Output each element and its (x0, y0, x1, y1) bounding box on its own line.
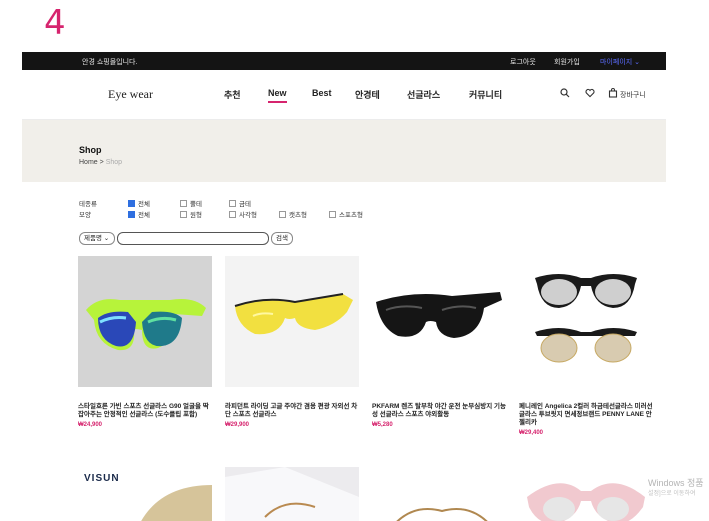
filter-option-label: 사각형 (239, 212, 257, 219)
welcome-text: 안경 쇼핑몰입니다. (82, 59, 138, 66)
windows-watermark-sub: 설정]으로 이동하여 (648, 491, 696, 497)
page-hero: Shop Home > Shop (22, 120, 666, 182)
filter-option-label: 금테 (239, 201, 251, 208)
logout-link[interactable]: 로그아웃 (510, 57, 536, 67)
filter-frame-metal[interactable]: 금테 (229, 198, 251, 208)
product-image[interactable] (78, 256, 212, 387)
product-name[interactable]: 라피던트 라이딩 고글 주야간 겸용 편광 자외선 차단 스포츠 선글라스 (225, 403, 359, 419)
filter-option-label: 전체 (138, 212, 150, 219)
checkbox[interactable] (279, 210, 286, 218)
page-title: Shop (79, 145, 102, 155)
checkbox[interactable] (180, 210, 187, 218)
filter-panel: 테종류 전체 뿔테 금테 모양 전체 원형 사각형 캣츠형 스포츠형 (79, 197, 379, 219)
product-price: ₩29,900 (225, 422, 250, 428)
product-image[interactable] (519, 467, 653, 521)
filter-frame-all[interactable]: 전체 (128, 198, 150, 208)
filter-row-frame-type: 테종류 전체 뿔테 금테 (79, 197, 379, 208)
checkbox-checked[interactable] (128, 210, 135, 218)
slide: 4 안경 쇼핑몰입니다. 로그아웃 회원가입 마이페이지 ⌄ Eye wear … (0, 0, 709, 521)
product-name[interactable]: 페니레인 Angelica 2컬러 하금테선글라스 미러선글라스 투브릿지 면세… (519, 403, 653, 427)
main-nav: Eye wear 추천 New Best 안경테 선글라스 커뮤니티 장바구니 (22, 70, 666, 120)
product-price: ₩29,400 (519, 430, 544, 436)
cart-label[interactable]: 장바구니 (620, 90, 646, 100)
product-image[interactable] (78, 467, 212, 521)
signup-link[interactable]: 회원가입 (554, 57, 580, 67)
brand-logo[interactable]: Eye wear (108, 87, 153, 102)
filter-shape-all[interactable]: 전체 (128, 209, 150, 219)
nav-recommend[interactable]: 추천 (224, 88, 241, 101)
nav-frames[interactable]: 안경테 (355, 88, 380, 101)
checkbox[interactable] (229, 210, 236, 218)
product-card[interactable]: 스타일호른 가빈 스포츠 선글라스 G90 얼굴을 딱 잡아주는 안정적인 선글… (78, 256, 212, 428)
search-field-select[interactable]: 제품명 ⌄ (79, 232, 115, 245)
search-bar: 제품명 ⌄ 검색 (79, 232, 293, 245)
heart-icon[interactable] (585, 88, 595, 101)
filter-option-label: 원형 (190, 212, 202, 219)
checkbox[interactable] (180, 199, 187, 207)
product-price: ₩5,280 (372, 422, 393, 428)
filter-shape-round[interactable]: 원형 (180, 209, 202, 219)
product-name[interactable]: PKFARM 렌즈 탈부착 야간 운전 눈부심방지 기능성 선글라스 스포츠 야… (372, 403, 506, 419)
product-card[interactable] (519, 467, 653, 521)
breadcrumb-home[interactable]: Home (79, 159, 98, 166)
breadcrumb: Home > Shop (79, 159, 122, 166)
breadcrumb-separator: > (99, 159, 104, 166)
breadcrumb-current: Shop (105, 159, 123, 166)
product-card[interactable]: VISUN (78, 467, 212, 521)
nav-best[interactable]: Best (312, 88, 332, 98)
checkbox-checked[interactable] (128, 199, 135, 207)
mypage-link[interactable]: 마이페이지 ⌄ (600, 57, 640, 67)
filter-row-shape: 모양 전체 원형 사각형 캣츠형 스포츠형 (79, 208, 379, 219)
filter-shape-sports[interactable]: 스포츠형 (329, 209, 363, 219)
checkbox[interactable] (229, 199, 236, 207)
filter-shape-square[interactable]: 사각형 (229, 209, 257, 219)
product-name[interactable]: 스타일호른 가빈 스포츠 선글라스 G90 얼굴을 딱 잡아주는 안정적인 선글… (78, 403, 212, 419)
filter-label-frame-type: 테종류 (79, 201, 97, 208)
nav-new[interactable]: New (268, 88, 287, 103)
product-card[interactable]: PKFARM 렌즈 탈부착 야간 운전 눈부심방지 기능성 선글라스 스포츠 야… (372, 256, 506, 428)
product-image[interactable] (519, 256, 653, 387)
search-field-value: 제품명 (84, 235, 102, 242)
product-image[interactable] (372, 256, 506, 387)
search-input[interactable] (117, 232, 269, 245)
nav-sunglasses[interactable]: 선글라스 (407, 88, 440, 101)
product-card[interactable] (225, 467, 359, 521)
product-image[interactable] (372, 467, 506, 521)
filter-option-label: 전체 (138, 201, 150, 208)
top-bar: 안경 쇼핑몰입니다. 로그아웃 회원가입 마이페이지 ⌄ (22, 52, 666, 70)
filter-frame-horn[interactable]: 뿔테 (180, 198, 202, 208)
product-price: ₩24,900 (78, 422, 103, 428)
product-image[interactable] (225, 467, 359, 521)
filter-option-label: 뿔테 (190, 201, 202, 208)
cart-icon[interactable] (608, 88, 618, 101)
product-card[interactable]: 라피던트 라이딩 고글 주야간 겸용 편광 자외선 차단 스포츠 선글라스 ₩2… (225, 256, 359, 428)
product-card[interactable] (372, 467, 506, 521)
search-button[interactable]: 검색 (271, 232, 293, 245)
slide-number: 4 (44, 3, 66, 43)
filter-option-label: 캣츠형 (289, 212, 307, 219)
filter-label-shape: 모양 (79, 212, 91, 219)
filter-option-label: 스포츠형 (339, 212, 363, 219)
filter-shape-cats[interactable]: 캣츠형 (279, 209, 307, 219)
search-icon[interactable] (560, 88, 570, 101)
nav-community[interactable]: 커뮤니티 (469, 88, 502, 101)
checkbox[interactable] (329, 210, 336, 218)
product-image[interactable] (225, 256, 359, 387)
product-card[interactable]: 페니레인 Angelica 2컬러 하금테선글라스 미러선글라스 투브릿지 면세… (519, 256, 653, 436)
